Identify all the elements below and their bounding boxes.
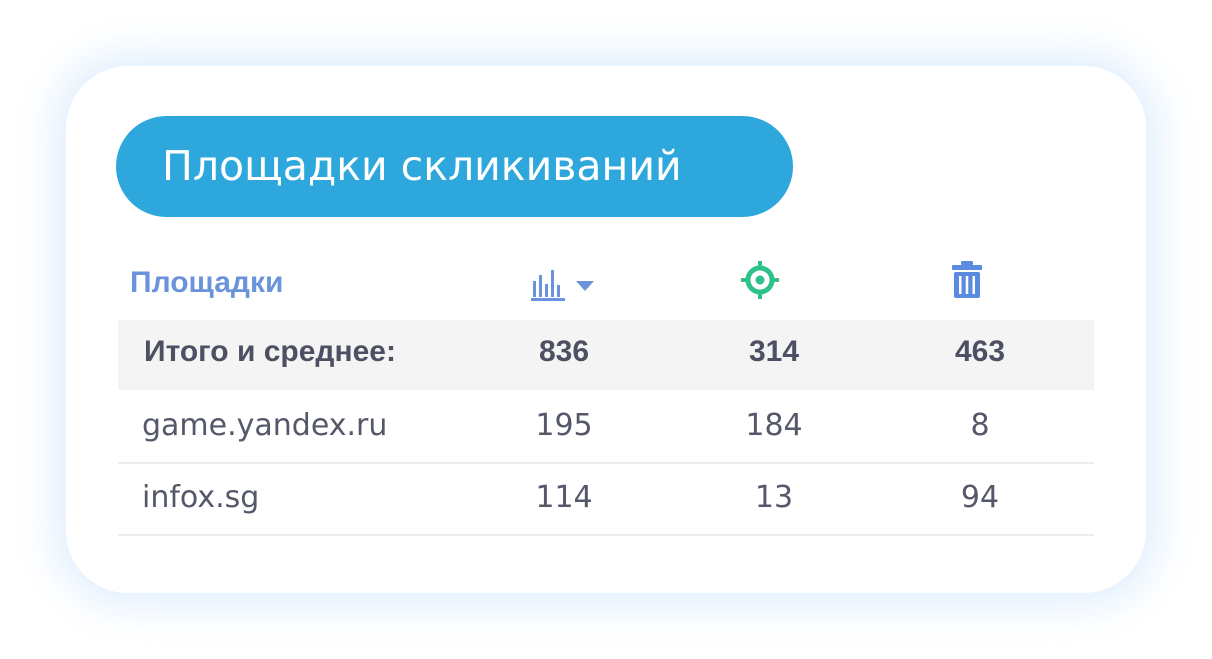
card-title: Площадки скликиваний [116, 116, 793, 217]
bar-chart-sort-icon[interactable] [530, 264, 600, 309]
total-value-clicks: 836 [538, 335, 590, 368]
sites-card: Площадки скликиваний Площадки Итого и ср… [66, 66, 1146, 593]
site-name[interactable]: infox.sg [142, 462, 259, 534]
row-value-clicks: 195 [535, 408, 593, 443]
row-value-clicks: 114 [535, 480, 593, 515]
table-header: Площадки [118, 254, 1094, 314]
total-row: Итого и среднее: 836 314 463 [118, 320, 1094, 390]
sites-column-header[interactable]: Площадки [130, 266, 283, 300]
total-value-target: 314 [748, 335, 800, 368]
site-name[interactable]: game.yandex.ru [142, 390, 387, 462]
table-row[interactable]: game.yandex.ru 195 184 8 [118, 390, 1094, 464]
row-value-removed: 94 [960, 480, 1000, 515]
table-row[interactable]: infox.sg 114 13 94 [118, 462, 1094, 536]
total-label: Итого и среднее: [144, 335, 396, 368]
target-icon[interactable] [740, 260, 780, 305]
total-value-removed: 463 [954, 335, 1006, 368]
chevron-down-icon [576, 281, 594, 291]
trash-icon[interactable] [950, 260, 984, 305]
row-value-target: 13 [754, 480, 794, 515]
row-value-target: 184 [745, 408, 803, 443]
row-value-removed: 8 [970, 408, 990, 443]
